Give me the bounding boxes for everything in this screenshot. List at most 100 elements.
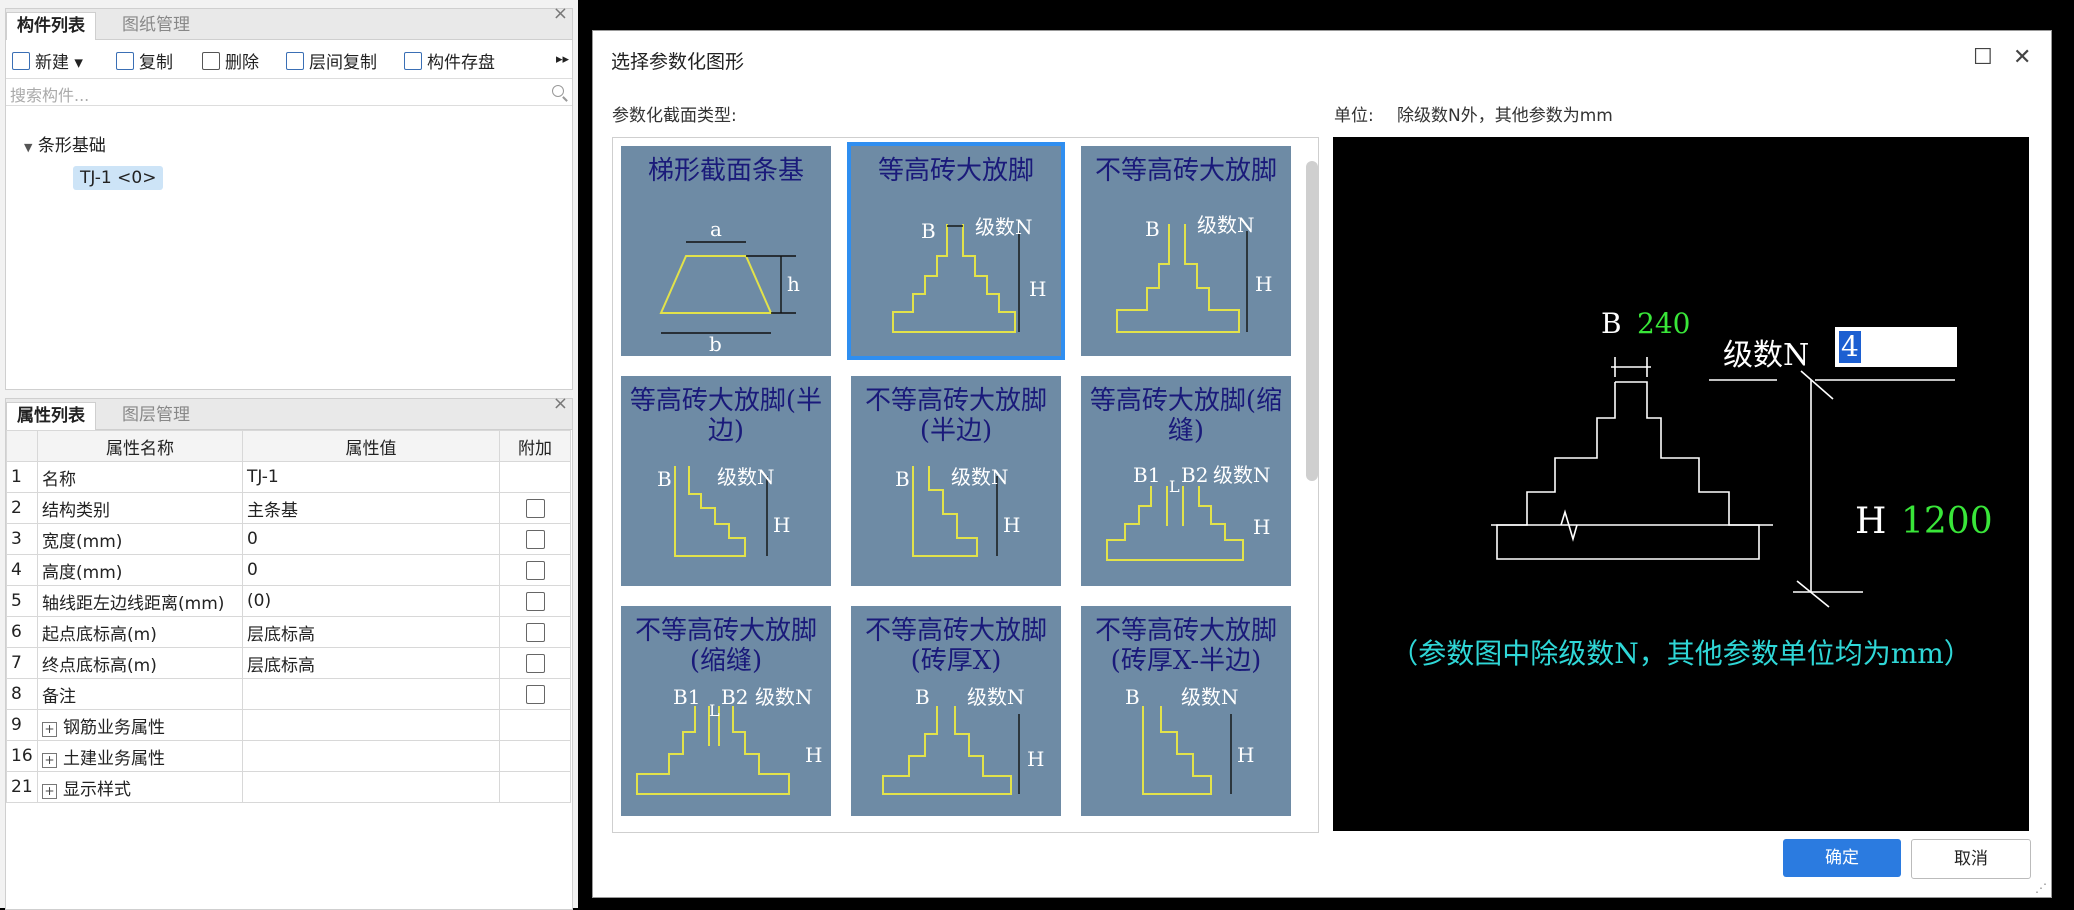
tab-drawing-management[interactable]: 图纸管理 [112,12,200,39]
extra-checkbox[interactable] [525,529,545,549]
table-row[interactable]: 4 高度(mm) 0 [6,554,571,586]
extra-checkbox[interactable] [525,560,545,580]
table-row[interactable]: 7 终点底标高(m) 层底标高 [6,647,571,679]
preview-note: （参数图中除级数N，其他参数单位均为mm） [1390,637,1972,670]
new-button[interactable]: 新建 ▾ [12,48,83,73]
extra-cell [499,740,571,772]
property-value [242,709,500,741]
search-input[interactable]: 搜索构件... [10,82,89,106]
property-value[interactable]: TJ-1 [242,461,500,493]
shape-grid: 梯形截面条基 a h b 等高砖大放脚 B 级数N H 不等高砖大放脚 B 级数… [612,137,1319,833]
shape-cell[interactable]: 等高砖大放脚(缩缝) B1 B2 级数N H L [1081,376,1291,586]
unequal-half-brick-footing-icon: B 级数N H [895,465,1020,557]
tab-property-list[interactable]: 属性列表 [6,402,96,430]
cancel-button[interactable]: 取消 [1911,839,2031,879]
symbol-level-n: 级数N [1197,213,1255,237]
grid-scrollbar[interactable] [1306,161,1318,481]
property-value[interactable]: 主条基 [242,492,500,524]
property-name: 终点底标高(m) [37,647,243,679]
expand-icon[interactable]: + [42,752,57,768]
close-icon[interactable]: ✕ [2013,45,2031,70]
extra-checkbox[interactable] [525,684,545,704]
new-icon [12,52,30,70]
table-row[interactable]: 21 + 显示样式 [6,771,571,803]
symbol-b: B [915,685,930,709]
shape-cell[interactable]: 不等高砖大放脚(砖厚X-半边) B 级数N H [1081,606,1291,816]
symbol-l: L [1169,477,1180,496]
header-property-name: 属性名称 [37,430,243,462]
table-row[interactable]: 6 起点底标高(m) 层底标高 [6,616,571,648]
property-group[interactable]: + 钢筋业务属性 [37,709,243,741]
property-value[interactable]: 0 [242,523,500,555]
symbol-a: a [710,217,722,241]
extra-cell [499,771,571,803]
tree-collapse-icon[interactable]: ▼ [24,141,32,154]
copy-button[interactable]: 复制 [116,48,173,73]
search-bar[interactable]: 搜索构件... [6,78,572,106]
resize-grip-icon[interactable]: ⋰ [2035,881,2047,895]
property-name: 高度(mm) [37,554,243,586]
property-value[interactable]: 0 [242,554,500,586]
property-list-panel: 属性列表 图层管理 × 属性名称 属性值 附加 1 名称 TJ-1 2 结构类别… [5,393,573,910]
extra-checkbox[interactable] [525,653,545,673]
property-group[interactable]: + 显示样式 [37,771,243,803]
tab-component-list[interactable]: 构件列表 [6,12,96,40]
extra-cell [499,554,571,586]
tree-root-strip-foundation[interactable]: ▼ 条形基础 [24,131,106,156]
row-number: 4 [6,554,38,586]
level-n-input[interactable]: 4 [1835,327,1957,367]
table-row[interactable]: 9 + 钢筋业务属性 [6,709,571,741]
shape-cell[interactable]: 梯形截面条基 a h b [621,146,831,356]
floor-copy-button[interactable]: 层间复制 [286,48,377,73]
extra-cell [499,492,571,524]
table-row[interactable]: 3 宽度(mm) 0 [6,523,571,555]
tab-layer-management[interactable]: 图层管理 [112,402,200,429]
table-row[interactable]: 8 备注 [6,678,571,710]
tree-item-tj1[interactable]: TJ-1 <0> [73,166,164,190]
delete-button[interactable]: 删除 [202,48,259,73]
shape-cell[interactable]: 不等高砖大放脚 B 级数N H [1081,146,1291,356]
symbol-h: H [1027,747,1044,771]
preview-n-label: 级数N [1723,338,1809,373]
shape-cell-selected[interactable]: 等高砖大放脚 B 级数N H [847,142,1065,360]
property-table: 属性名称 属性值 附加 1 名称 TJ-1 2 结构类别 主条基 3 宽度(mm… [6,430,571,803]
shape-cell[interactable]: 不等高砖大放脚(缩缝) B1 B2 级数N H L [621,606,831,816]
symbol-b: B [657,467,672,491]
save-component-button[interactable]: 构件存盘 [404,48,495,73]
property-group[interactable]: + 土建业务属性 [37,740,243,772]
table-row[interactable]: 5 轴线距左边线距离(mm) (0) [6,585,571,617]
symbol-b1: B1 [1133,463,1160,487]
extra-cell [499,585,571,617]
symbol-b1: B1 [673,685,700,709]
shape-cell[interactable]: 不等高砖大放脚(半边) B 级数N H [851,376,1061,586]
more-arrow-icon[interactable]: ▸▸ [556,52,569,67]
property-value[interactable]: (0) [242,585,500,617]
property-value[interactable]: 层底标高 [242,647,500,679]
symbol-h: H [1003,513,1020,537]
expand-icon[interactable]: + [42,783,57,799]
expand-icon[interactable]: + [42,721,57,737]
component-toolbar: 新建 ▾ 复制 删除 层间复制 构件存盘 ▸▸ [6,40,572,78]
table-row[interactable]: 2 结构类别 主条基 [6,492,571,524]
trash-icon [202,52,220,70]
property-value[interactable] [242,678,500,710]
floor-copy-icon [286,52,304,70]
maximize-icon[interactable]: ☐ [1973,45,1993,70]
shape-cell[interactable]: 等高砖大放脚(半边) B 级数N H [621,376,831,586]
search-icon[interactable] [552,85,564,97]
table-row[interactable]: 16 + 土建业务属性 [6,740,571,772]
shape-cell[interactable]: 不等高砖大放脚(砖厚X) B 级数N H [851,606,1061,816]
close-icon[interactable]: × [553,3,568,24]
symbol-level-n: 级数N [967,685,1025,709]
extra-cell [499,461,571,493]
preview-b-value: 240 [1637,307,1690,340]
extra-checkbox[interactable] [525,622,545,642]
table-row[interactable]: 1 名称 TJ-1 [6,461,571,493]
brick-thickness-half-footing-icon: B 级数N H [1125,685,1254,795]
extra-checkbox[interactable] [525,498,545,518]
property-value[interactable]: 层底标高 [242,616,500,648]
extra-checkbox[interactable] [525,591,545,611]
close-icon[interactable]: × [553,393,568,414]
preview-drawing: B 240 级数N H 1200 （参数图中除级数N，其他参数单位均为mm） [1390,307,1992,670]
ok-button[interactable]: 确定 [1783,839,1901,877]
